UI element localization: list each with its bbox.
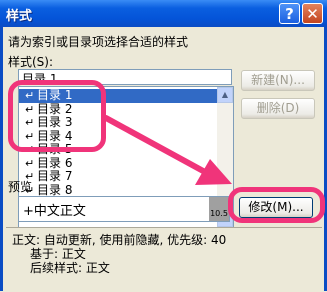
annotation-arrow <box>103 115 232 185</box>
